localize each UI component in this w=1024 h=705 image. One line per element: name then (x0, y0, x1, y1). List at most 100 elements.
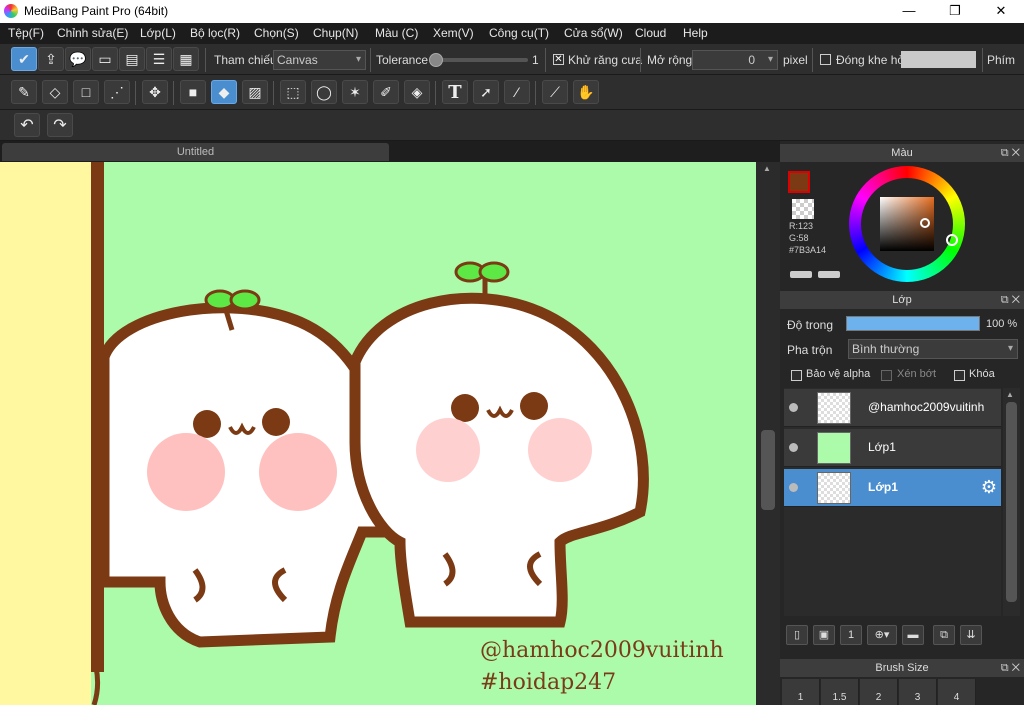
rectangle-icon[interactable]: □ (73, 80, 99, 104)
lock-checkbox[interactable] (954, 370, 965, 381)
panel-undock-close-icon[interactable]: ⧉ ✕ (1001, 144, 1020, 162)
right-character (349, 261, 649, 628)
share-icon[interactable]: ⇪ (38, 47, 64, 71)
primary-color-swatch[interactable] (788, 171, 810, 193)
grid-edit-icon[interactable]: ▦ (173, 47, 199, 71)
yellow-wall (0, 162, 91, 705)
page-icon[interactable]: ▤ (119, 47, 145, 71)
gear-icon[interactable]: ⚙ (981, 477, 997, 498)
select-rect-icon[interactable]: ⬚ (280, 80, 306, 104)
eyedropper-icon[interactable]: ⟋ (542, 80, 568, 104)
drawing-canvas[interactable]: @hamhoc2009vuitinh #hoidap247 (0, 162, 756, 705)
layer-thumbnail (817, 392, 851, 424)
canvas-vertical-scrollbar[interactable]: ▲ (756, 162, 780, 705)
brush-size-4[interactable]: 4 (938, 679, 976, 705)
folder-icon[interactable]: ▬ (902, 625, 924, 645)
gradient-icon[interactable]: ▨ (242, 80, 268, 104)
color-picker-marker[interactable] (920, 218, 930, 228)
tolerance-slider[interactable] (432, 58, 528, 62)
new-layer-icon[interactable]: ▯ (786, 625, 808, 645)
eye-icon[interactable] (789, 403, 798, 412)
opacity-slider[interactable] (846, 316, 980, 331)
divide-icon[interactable]: ⁄ (504, 80, 530, 104)
select-pen-icon[interactable]: ✐ (373, 80, 399, 104)
close-gap-label: Đóng khe hở (836, 53, 906, 67)
color-hex-value: #7B3A14 (789, 245, 827, 255)
layer-list-scrollbar[interactable]: ▲ (1003, 388, 1020, 616)
checkmark-icon[interactable]: ✔ (11, 47, 37, 71)
brush-icon[interactable]: ✎ (11, 80, 37, 104)
antialias-checkbox[interactable]: ✕ (553, 54, 564, 65)
merge-layer-icon[interactable]: ⇊ (960, 625, 982, 645)
menu-edit[interactable]: Chỉnh sửa(E) (57, 26, 128, 40)
new-1bit-layer-icon[interactable]: 1 (840, 625, 862, 645)
layer-row[interactable]: Lớp1 (784, 429, 1001, 467)
scroll-up-icon[interactable]: ▲ (763, 164, 771, 173)
maximize-button[interactable]: ❐ (932, 0, 978, 23)
layer-row[interactable]: @hamhoc2009vuitinh (784, 389, 1001, 427)
scrollbar-thumb[interactable] (761, 430, 775, 510)
operation-icon[interactable]: ➚ (473, 80, 499, 104)
undo-icon[interactable]: ↶ (14, 113, 40, 137)
menu-color[interactable]: Màu (C) (375, 26, 418, 40)
redo-icon[interactable]: ↷ (47, 113, 73, 137)
brush-size-1[interactable]: 1 (782, 679, 820, 705)
menu-select[interactable]: Chọn(S) (254, 26, 299, 40)
menu-file[interactable]: Tệp(F) (8, 26, 44, 40)
tolerance-slider-knob[interactable] (429, 53, 443, 67)
toolbar-divider (545, 48, 546, 72)
color-swap-button[interactable] (818, 271, 840, 278)
magic-wand-icon[interactable]: ✶ (342, 80, 368, 104)
brush-size-3[interactable]: 3 (899, 679, 937, 705)
eraser-icon[interactable]: ◇ (42, 80, 68, 104)
reference-select[interactable]: Canvas (273, 50, 366, 70)
menu-help[interactable]: Help (683, 26, 708, 40)
protect-alpha-checkbox[interactable] (791, 370, 802, 381)
color-mode-button[interactable] (790, 271, 812, 278)
add-layer-menu-icon[interactable]: ⊕▾ (867, 625, 897, 645)
menu-filter[interactable]: Bộ lọc(R) (190, 26, 240, 40)
bucket-fill-icon[interactable]: ◆ (211, 80, 237, 104)
menu-view[interactable]: Xem(V) (433, 26, 474, 40)
toolbar-divider (640, 48, 641, 72)
close-button[interactable]: ✕ (978, 0, 1024, 23)
menu-layer[interactable]: Lớp(L) (140, 26, 176, 40)
color-wheel[interactable] (849, 166, 965, 282)
move-icon[interactable]: ✥ (142, 80, 168, 104)
lasso-icon[interactable]: ◯ (311, 80, 337, 104)
close-gap-slider[interactable] (901, 51, 976, 68)
brush-size-1-5[interactable]: 1.5 (821, 679, 859, 705)
menu-window[interactable]: Cửa sổ(W) (564, 26, 623, 40)
text-icon[interactable]: T (442, 80, 468, 104)
duplicate-layer-icon[interactable]: ⧉ (933, 625, 955, 645)
clipping-checkbox[interactable] (881, 370, 892, 381)
expand-input[interactable]: 0 (692, 50, 778, 70)
brush-size-2[interactable]: 2 (860, 679, 898, 705)
blend-mode-select[interactable]: Bình thường (848, 339, 1018, 359)
select-eraser-icon[interactable]: ◈ (404, 80, 430, 104)
new-halftone-layer-icon[interactable]: ▣ (813, 625, 835, 645)
comment-icon[interactable]: 💬 (65, 47, 91, 71)
shortcut-label[interactable]: Phím (987, 53, 1015, 67)
hue-picker-marker[interactable] (946, 234, 958, 246)
menu-cloud[interactable]: Cloud (635, 26, 666, 40)
list-icon[interactable]: ☰ (146, 47, 172, 71)
speech-balloon-icon[interactable]: ▭ (92, 47, 118, 71)
blend-label: Pha trộn (787, 343, 833, 357)
document-tab[interactable]: Untitled (2, 143, 389, 161)
menu-snap[interactable]: Chụp(N) (313, 26, 358, 40)
layer-scrollbar-thumb[interactable] (1006, 402, 1017, 602)
layer-row[interactable]: Lớp1 ⚙ (784, 469, 1001, 507)
transparent-color-swatch[interactable] (792, 199, 814, 219)
opacity-label: Độ trong (787, 318, 834, 332)
panel-undock-close-icon[interactable]: ⧉ ✕ (1001, 659, 1020, 677)
menu-tools[interactable]: Công cụ(T) (489, 26, 549, 40)
close-gap-checkbox[interactable] (820, 54, 831, 65)
minimize-button[interactable]: — (886, 0, 932, 23)
eye-icon[interactable] (789, 443, 798, 452)
dot-brush-icon[interactable]: ⋰ (104, 80, 130, 104)
fill-rect-icon[interactable]: ■ (180, 80, 206, 104)
hand-icon[interactable]: ✋ (573, 80, 599, 104)
eye-icon[interactable] (789, 483, 798, 492)
panel-undock-close-icon[interactable]: ⧉ ✕ (1001, 291, 1020, 309)
